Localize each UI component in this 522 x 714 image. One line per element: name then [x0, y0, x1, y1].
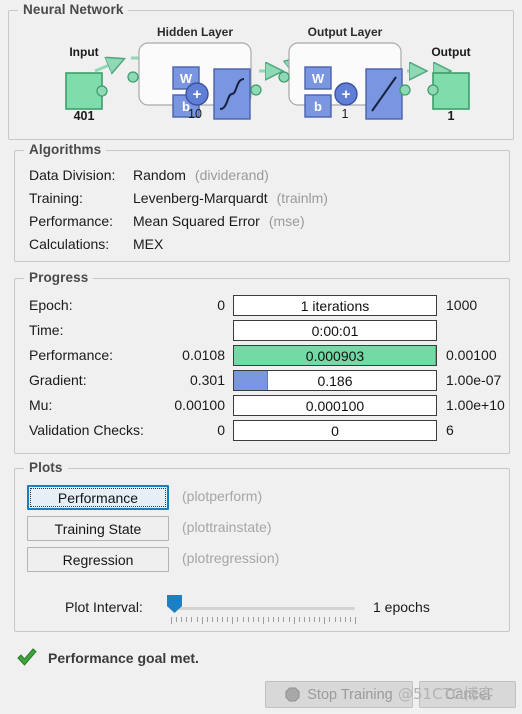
plot-button-training-state[interactable]: Training State	[27, 516, 169, 541]
status-line: Performance goal met.	[16, 648, 199, 668]
progress-row: Epoch: 0 1 iterations 1000	[15, 295, 509, 317]
progress-metric-name: Epoch:	[29, 297, 73, 313]
svg-text:+: +	[342, 86, 351, 103]
stop-training-button[interactable]: Stop Training	[265, 681, 413, 708]
algorithm-value: Mean Squared Error	[133, 213, 260, 229]
plot-button-label: Regression	[62, 551, 134, 568]
progress-title: Progress	[24, 270, 94, 285]
progress-target-value: 1.00e+10	[446, 397, 505, 413]
plot-interval-label: Plot Interval:	[65, 599, 143, 615]
plot-function-name: (plotregression)	[182, 550, 280, 566]
algorithm-function: (mse)	[268, 213, 305, 229]
algorithm-value: MEX	[133, 236, 164, 252]
plot-function-name: (plotperform)	[182, 488, 263, 504]
plot-interval-slider-track[interactable]	[171, 607, 355, 610]
plot-button-regression[interactable]: Regression	[27, 547, 169, 572]
progress-target-value: 0.00100	[446, 347, 497, 363]
output-size: 1	[447, 109, 455, 123]
algorithm-row: Data Division: Random (dividerand)	[29, 167, 269, 183]
progress-metric-name: Performance:	[29, 347, 114, 363]
focus-ring	[30, 488, 166, 507]
output-layer-label: Output Layer	[307, 25, 383, 39]
algorithm-row: Calculations: MEX	[29, 236, 163, 252]
cancel-button[interactable]: Cancel	[419, 681, 516, 708]
plot-row: Training State (plottrainstate)	[15, 516, 509, 542]
progress-metric-name: Time:	[29, 322, 64, 338]
plot-button-performance[interactable]: Performance	[27, 485, 169, 510]
progress-bar-text: 1 iterations	[300, 297, 370, 314]
stop-sign-icon	[285, 687, 300, 702]
output-label: Output	[431, 45, 471, 59]
status-message: Performance goal met.	[48, 650, 199, 666]
algorithms-panel: Algorithms Data Division: Random (dividera…	[14, 142, 510, 262]
plot-row: Regression (plotregression)	[15, 547, 509, 573]
svg-text:+: +	[193, 86, 202, 103]
algorithm-row: Performance: Mean Squared Error (mse)	[29, 213, 305, 229]
progress-bar-text: 0.000903	[305, 347, 365, 364]
algorithm-value: Random	[133, 167, 186, 183]
algorithm-label: Data Division:	[29, 167, 116, 183]
algorithm-label: Training:	[29, 190, 83, 206]
progress-start-value: 0	[217, 297, 225, 313]
algorithm-function: (dividerand)	[194, 167, 269, 183]
algorithm-function: (trainlm)	[276, 190, 328, 206]
progress-bar-text: 0:00:01	[311, 322, 359, 339]
algorithm-value: Levenberg-Marquardt	[133, 190, 268, 206]
progress-bar: 0:00:01	[233, 320, 437, 341]
progress-bar-text: 0.186	[317, 372, 353, 389]
progress-row: Validation Checks: 0 0 6	[15, 420, 509, 442]
algorithm-row: Training: Levenberg-Marquardt (trainlm)	[29, 190, 328, 206]
progress-bar-text: 0	[331, 422, 339, 439]
progress-bar: 0.186	[233, 370, 437, 391]
svg-text:W: W	[312, 71, 325, 86]
algorithm-label: Performance:	[29, 213, 114, 229]
progress-start-value: 0.0108	[182, 347, 225, 363]
check-icon	[17, 648, 37, 666]
plot-function-name: (plottrainstate)	[182, 519, 272, 535]
plots-panel: Plots Performance (plotperform) Training S…	[14, 460, 510, 632]
progress-bar: 1 iterations	[233, 295, 437, 316]
progress-target-value: 1.00e-07	[446, 372, 502, 388]
algorithms-title: Algorithms	[24, 142, 107, 157]
progress-row: Mu: 0.00100 0.000100 1.00e+10	[15, 395, 509, 417]
plot-interval-slider-thumb[interactable]	[167, 595, 182, 613]
progress-row: Gradient: 0.301 0.186 1.00e-07	[15, 370, 509, 392]
algorithm-label: Calculations:	[29, 236, 110, 252]
stop-training-label: Stop Training	[307, 686, 393, 703]
cancel-label: Cancel	[444, 686, 491, 703]
progress-start-value: 0.301	[189, 372, 225, 388]
hidden-layer-size: 10	[188, 107, 202, 121]
plot-interval-value: 1 epochs	[373, 599, 430, 615]
output-layer-size: 1	[341, 107, 349, 121]
neural-network-panel: Neural Network W b W b + + Input 401 Hid…	[8, 2, 514, 140]
plot-row: Performance (plotperform)	[15, 485, 509, 511]
progress-start-value: 0	[217, 422, 225, 438]
input-label: Input	[69, 45, 99, 59]
progress-target-value: 6	[446, 422, 454, 438]
progress-row: Performance: 0.0108 0.000903 0.00100	[15, 345, 509, 367]
hidden-layer-label: Hidden Layer	[156, 25, 234, 39]
plot-interval-slider-ticks	[171, 617, 356, 625]
svg-text:W: W	[180, 71, 193, 86]
progress-target-value: 1000	[446, 297, 478, 313]
progress-bar: 0	[233, 420, 437, 441]
progress-bar-text: 0.000100	[305, 397, 365, 414]
progress-metric-name: Mu:	[29, 397, 53, 413]
progress-start-value: 0.00100	[174, 397, 225, 413]
plots-title: Plots	[24, 460, 68, 475]
input-size: 401	[73, 109, 95, 123]
progress-bar: 0.000100	[233, 395, 437, 416]
progress-metric-name: Gradient:	[29, 372, 87, 388]
plot-button-label: Training State	[54, 520, 142, 537]
progress-bar: 0.000903	[233, 345, 437, 366]
progress-panel: Progress Epoch: 0 1 iterations 1000 Time: 0:0…	[14, 270, 510, 454]
progress-row: Time: 0:00:01	[15, 320, 509, 342]
